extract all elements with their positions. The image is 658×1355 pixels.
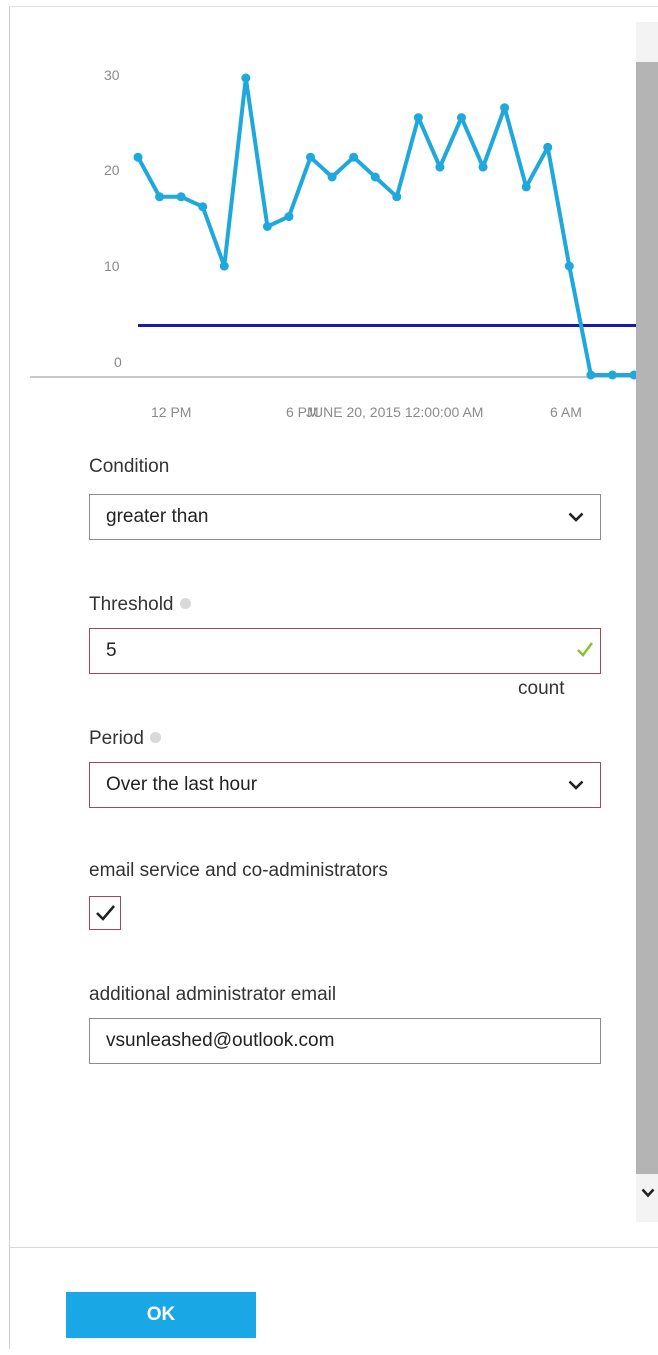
data-point[interactable]	[478, 162, 488, 172]
data-point[interactable]	[543, 142, 553, 152]
period-label-text: Period	[89, 728, 144, 749]
data-point[interactable]	[564, 261, 574, 271]
threshold-label-text: Threshold	[89, 594, 174, 615]
threshold-label: Threshold	[89, 594, 191, 616]
condition-label: Condition	[89, 456, 170, 477]
data-point[interactable]	[219, 261, 229, 271]
data-point[interactable]	[262, 222, 272, 231]
hover-timestamp: JUNE 20, 2015 12:00:00 AM	[306, 404, 484, 420]
data-point[interactable]	[456, 113, 466, 123]
chart-plot	[30, 73, 636, 380]
email-service-label: email service and co-administrators	[89, 860, 388, 881]
period-select[interactable]: Over the last hour	[89, 762, 601, 808]
info-icon[interactable]	[179, 598, 191, 609]
data-point[interactable]	[586, 370, 596, 380]
data-point[interactable]	[370, 172, 380, 182]
additional-email-label: additional administrator email	[89, 984, 337, 1005]
data-point[interactable]	[500, 103, 510, 113]
threshold-input[interactable]: 5	[89, 628, 601, 674]
data-point[interactable]	[284, 212, 294, 222]
scroll-down-icon[interactable]	[638, 1182, 658, 1206]
additional-email-input[interactable]: vsunleashed@outlook.com	[89, 1018, 601, 1064]
threshold-unit: count	[518, 678, 565, 699]
data-point[interactable]	[176, 192, 186, 202]
check-icon	[96, 905, 115, 921]
data-point[interactable]	[306, 152, 316, 162]
email-service-checkbox[interactable]	[89, 896, 121, 930]
data-point[interactable]	[198, 202, 208, 212]
data-point[interactable]	[607, 370, 617, 380]
period-label: Period	[89, 728, 161, 750]
data-point[interactable]	[521, 182, 531, 192]
check-icon	[577, 642, 594, 657]
data-point[interactable]	[349, 152, 359, 162]
series-line	[136, 76, 634, 377]
footer-divider	[9, 1247, 658, 1248]
data-point[interactable]	[435, 162, 445, 172]
scrollbar-thumb[interactable]	[636, 62, 658, 1174]
x-tick-label: 6 AM	[550, 404, 582, 420]
chevron-down-icon	[568, 780, 584, 790]
additional-email-value: vsunleashed@outlook.com	[106, 1030, 335, 1051]
condition-select[interactable]: greater than	[89, 494, 601, 540]
data-point[interactable]	[133, 152, 143, 162]
ok-button[interactable]: OK	[66, 1292, 256, 1338]
data-point[interactable]	[155, 192, 165, 202]
data-point[interactable]	[392, 192, 402, 202]
metric-chart: 30 20 10 0 12 PM 6 PM JUNE 20, 2015 12:0…	[0, 0, 636, 440]
data-point[interactable]	[327, 172, 337, 182]
data-point[interactable]	[413, 113, 423, 123]
data-point[interactable]	[241, 73, 251, 83]
condition-value: greater than	[106, 506, 209, 527]
threshold-value: 5	[106, 640, 117, 661]
chevron-down-icon	[568, 512, 584, 522]
info-icon[interactable]	[149, 732, 161, 743]
period-value: Over the last hour	[106, 774, 258, 795]
x-tick-label: 12 PM	[151, 404, 192, 420]
